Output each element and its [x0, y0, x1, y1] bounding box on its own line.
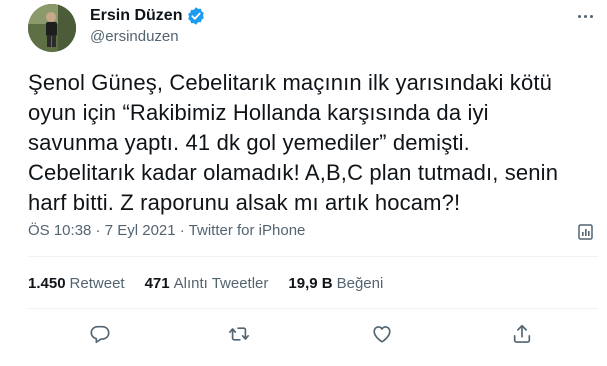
- author-display-name[interactable]: Ersin Düzen: [90, 6, 182, 26]
- tweet-text: Şenol Güneş, Cebelitarık maçının ilk yar…: [28, 70, 559, 215]
- divider: [28, 308, 598, 309]
- like-count[interactable]: 19,9 B Beğeni: [288, 274, 383, 294]
- retweet-count-label: Retweet: [69, 275, 125, 292]
- like-count-value: 19,9 B: [288, 275, 333, 292]
- avatar-photo: [28, 4, 76, 52]
- retweet-icon[interactable]: [227, 322, 251, 346]
- retweet-count-value: 1.450: [28, 275, 66, 292]
- author-name-row[interactable]: Ersin Düzen: [90, 6, 206, 26]
- author-handle[interactable]: @ersinduzen: [90, 27, 179, 47]
- quote-count-value: 471: [144, 275, 170, 292]
- tweet-stats: 1.450 Retweet 471 Alıntı Tweetler 19,9 B…: [28, 274, 403, 294]
- tweet-actions: [0, 316, 607, 352]
- tweet-timestamp[interactable]: ÖS 10:38 · 7 Eyl 2021: [28, 222, 176, 239]
- tweet-source[interactable]: Twitter for iPhone: [189, 222, 306, 239]
- reply-icon[interactable]: [88, 322, 112, 346]
- like-count-label: Beğeni: [336, 275, 384, 292]
- verified-badge-icon: [186, 6, 206, 26]
- analytics-icon[interactable]: [576, 222, 596, 242]
- tweet-card: Ersin Düzen @ersinduzen Şenol Güneş, Ceb…: [0, 0, 607, 366]
- more-horizontal-icon[interactable]: [570, 4, 600, 28]
- meta-separator: ·: [175, 222, 189, 239]
- tweet-meta: ÖS 10:38 · 7 Eyl 2021 · Twitter for iPho…: [28, 221, 305, 241]
- quote-count-label: Alıntı Tweetler: [173, 275, 269, 292]
- share-icon[interactable]: [510, 322, 534, 346]
- heart-icon[interactable]: [370, 322, 394, 346]
- quote-count[interactable]: 471 Alıntı Tweetler: [145, 274, 269, 294]
- divider: [28, 256, 598, 257]
- retweet-count[interactable]: 1.450 Retweet: [28, 274, 125, 294]
- avatar[interactable]: [28, 4, 76, 52]
